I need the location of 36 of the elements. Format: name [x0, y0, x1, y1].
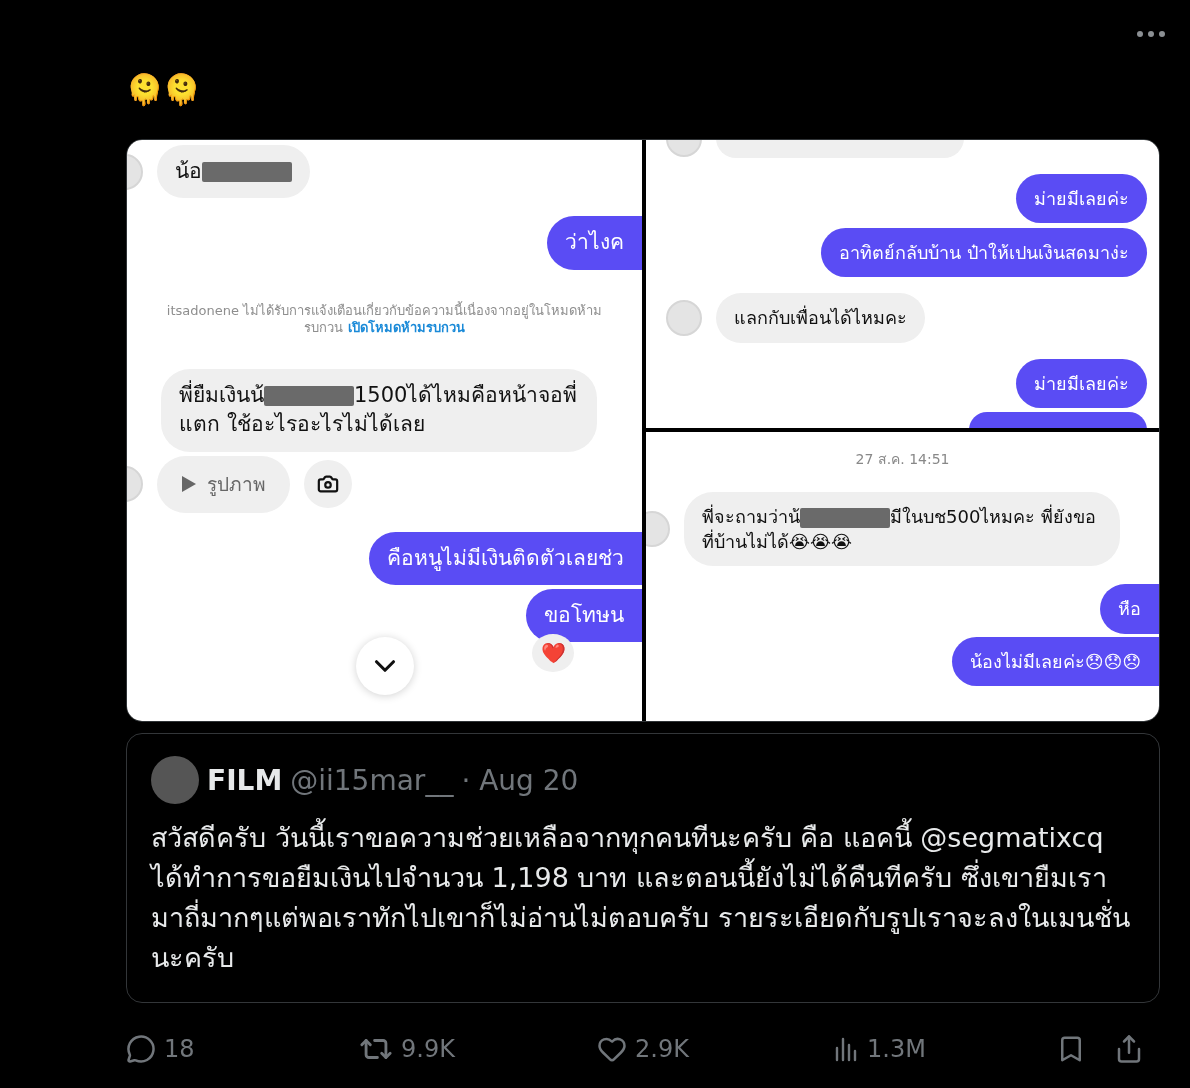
avatar [151, 756, 199, 804]
message-bubble: ว่าไงค [547, 216, 642, 270]
chat-screenshot[interactable] [127, 140, 642, 721]
chat-screenshot[interactable]: 27 ส.ค. 14:51 พี่จะถามว่าน้ มีในบช500ไหมคะ พี่ยังขอที่บ้านไม่ได้😭😭😭 หือ น้องไม่มีเลยค่ะ😞😞😞 [646, 432, 1159, 721]
timestamp: 27 ส.ค. 14:51 [854, 450, 951, 469]
message-bubble: อาทิตย์กลับบ้าน ป๋าให้เปนเงินสดมาง่ะ [821, 228, 1147, 278]
message-bubble: แลกกับเพื่อนได้ไหมคะ [716, 293, 925, 343]
message-bubble: ม่ายมีเลยค่ะ [1016, 174, 1147, 224]
message-bubble: พี่จะถามว่าน้ มีในบช500ไหมคะ พี่ยังขอที่บ้านไม่ได้😭😭😭 [684, 492, 1120, 567]
notice-link[interactable]: เปิดโหมดห้ามรบกวน [347, 320, 465, 336]
author-name: FILM [207, 763, 283, 797]
quoted-post[interactable] [126, 733, 1160, 1003]
message-bubble: พี่ยืมเงินน้ 1500ได้ไหมคือหน้าจอพี่แตก ใช้อะไรอะไรไม่ได้เลย [161, 368, 597, 452]
reaction-badge: ❤ [532, 634, 574, 673]
chat-screenshot[interactable]: ม่ายมีเลยค่ะ อาทิตย์กลับบ้าน ป๋าให้เปนเงินสดมาง่ะ แลกกับเพื่อนได้ไหมคะ ม่ายมีเลยค่ะ [646, 140, 1159, 428]
like-button[interactable]: 2.9K [597, 1034, 833, 1064]
author-handle: @ii15mar__ [290, 763, 454, 797]
views-icon [833, 1036, 859, 1062]
views-button[interactable]: 1.3M [833, 1035, 953, 1063]
reply-button[interactable]: 18 [126, 1034, 359, 1064]
post-text: 🫠🫠 [126, 71, 201, 109]
message-bubble: คือหนูไม่มีเงินติดตัวเลยช่ว [369, 531, 642, 586]
message-bubble: ม่ายมีเลยค่ะ [1016, 358, 1147, 408]
scroll-down-button[interactable] [356, 637, 414, 695]
photo-attachment[interactable]: รูปภาพ [157, 455, 290, 513]
play-icon [181, 475, 197, 494]
repost-button[interactable]: 9.9K [359, 1032, 597, 1066]
post-date: · Aug 20 [461, 763, 579, 797]
more-icon[interactable] [1136, 30, 1166, 38]
comment-icon [126, 1034, 156, 1064]
notice-text: itsadonene ไม่ได้รับการแจ้งเตือนเกี่ยวกับข้อความนี้เนื่องจากอยู่ในโหมดห้าม รบกวน เปิดโหมดห้ามรบกวน [165, 301, 604, 337]
message-bubble: น้องไม่มีเลยค่ะ😞😞😞 [951, 636, 1159, 686]
quoted-text: สวัสดีครับ วันนี้เราขอความช่วยเหลือจากทุกคนทีนะครับ คือ แอคนี้ @segmatixcq ได้ทำการขอยืมเงินไปจำนวน 1,198 บาท และตอนนี้ยังไม่ได้คืนทีครับ ซึ่งเขายืมเรามาถี่มากๆแต่พอเราทักไปเขาก็ไม่อ่านไม่ตอบครับ รายระเอียดกับรูปเราจะลงในเมนชั่นนะครับ [151, 818, 1135, 978]
camera-button[interactable] [304, 460, 352, 509]
message-bubble: น้อ [157, 145, 310, 199]
message-bubble: หือ [1100, 584, 1159, 634]
